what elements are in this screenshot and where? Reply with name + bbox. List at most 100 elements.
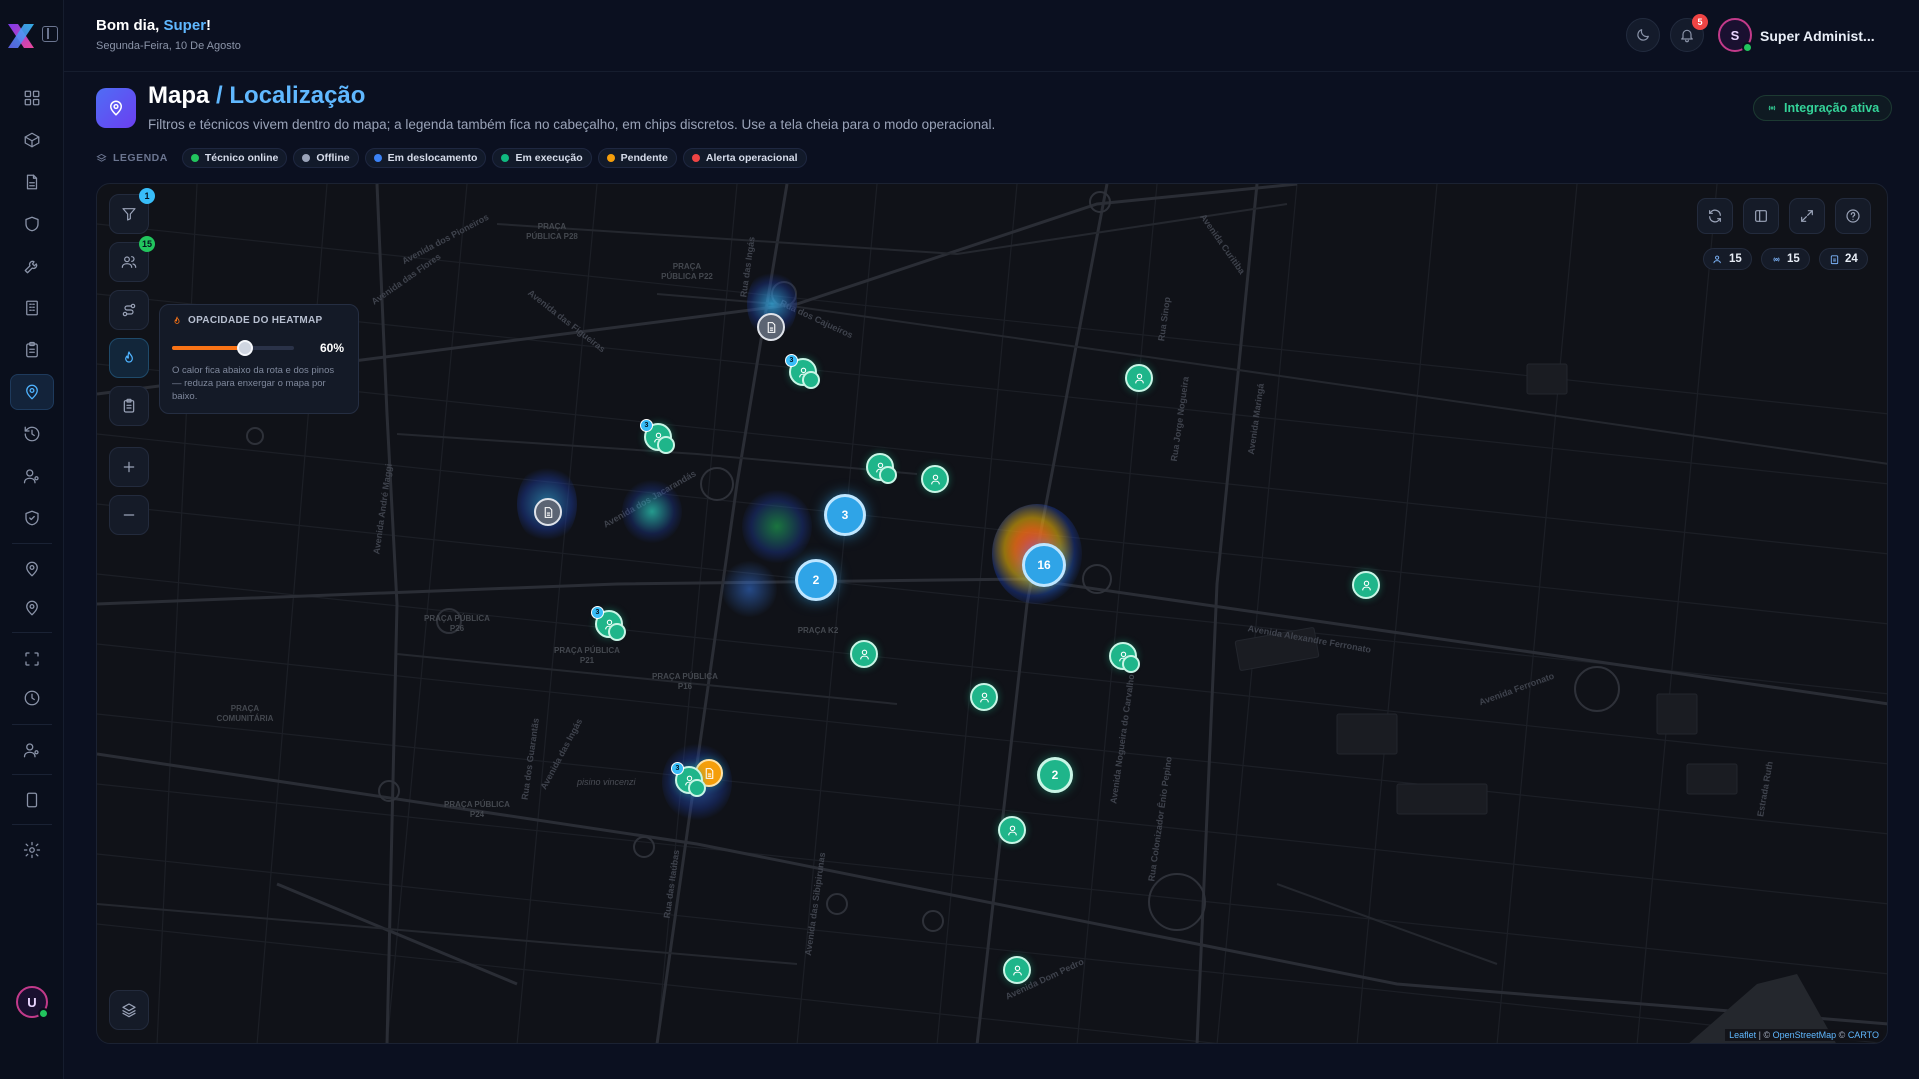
carto-link[interactable]: CARTO [1848, 1030, 1879, 1040]
radio-signal-icon [1773, 256, 1780, 262]
sidebar-item-compliance[interactable] [10, 500, 54, 536]
sidebar-item-schedule[interactable] [10, 680, 54, 716]
sidebar-item-team[interactable] [10, 732, 54, 768]
sidebar-item-security[interactable] [10, 206, 54, 242]
legend-title: LEGENDA [96, 152, 168, 164]
openstreetmap-link[interactable]: OpenStreetMap [1773, 1030, 1837, 1040]
sidebar-item-map[interactable] [10, 374, 54, 410]
file-text-icon [544, 506, 552, 518]
map-canvas[interactable]: Avenida dos Pioneiros Avenida das Flores… [96, 183, 1888, 1044]
orders-button[interactable] [109, 386, 149, 426]
technician-pin[interactable] [1003, 956, 1031, 984]
legend-chip-offline[interactable]: Offline [293, 148, 359, 168]
technician-group-pin[interactable]: 3 [785, 354, 820, 389]
marker-cluster[interactable]: 2 [1037, 757, 1073, 793]
sidebar-item-dashboard[interactable] [10, 80, 54, 116]
marker-cluster[interactable]: 16 [1022, 543, 1066, 587]
sidebar-collapse-icon[interactable] [42, 26, 58, 42]
sidebar-item-locations[interactable] [10, 551, 54, 587]
theme-toggle-button[interactable] [1626, 18, 1660, 52]
technician-group-pin[interactable] [1109, 642, 1140, 673]
plaza-label: PRAÇA COMUNITÁRIA [216, 704, 274, 723]
filter-button[interactable]: 1 [109, 188, 155, 234]
legend-chip-executing[interactable]: Em execução [492, 148, 592, 168]
file-text-icon [26, 174, 38, 190]
online-count-chip: 15 [1761, 248, 1810, 270]
user-icon [979, 692, 989, 702]
technician-pin[interactable] [921, 465, 949, 493]
user-icon [1012, 965, 1022, 975]
marker-cluster[interactable]: 2 [795, 559, 837, 601]
heatmap-opacity-slider[interactable]: 60% [172, 340, 346, 356]
moon-icon [1637, 29, 1649, 41]
marker-cluster[interactable]: 3 [824, 494, 866, 536]
sidebar-item-tools[interactable] [10, 248, 54, 284]
map-layers-button[interactable] [109, 990, 149, 1030]
user-icon [1118, 651, 1128, 661]
flame-icon [174, 315, 180, 324]
sidebar-item-history[interactable] [10, 416, 54, 452]
route-icon [122, 303, 136, 317]
sidebar-item-devices[interactable] [10, 782, 54, 818]
app-logo[interactable] [6, 22, 36, 50]
technician-pin[interactable] [998, 816, 1026, 844]
legend-chip-alert[interactable]: Alerta operacional [682, 148, 807, 168]
slider-thumb[interactable] [237, 340, 254, 356]
technician-pin[interactable] [1125, 364, 1153, 392]
help-icon [1846, 209, 1860, 223]
sidebar-item-documents[interactable] [10, 164, 54, 200]
user-avatar[interactable]: S [1718, 18, 1753, 53]
fullscreen-button[interactable] [1789, 198, 1825, 234]
refresh-button[interactable] [1697, 198, 1733, 234]
bell-icon [1681, 29, 1693, 43]
technician-group-pin[interactable]: 3 [640, 419, 675, 454]
shield-icon [25, 216, 39, 232]
notifications-button[interactable]: 5 [1670, 14, 1708, 52]
status-dot [190, 154, 199, 162]
sidebar-item-scan[interactable] [10, 641, 54, 677]
filter-count-badge: 1 [139, 188, 155, 204]
help-button[interactable] [1835, 198, 1871, 234]
heatmap-opacity-panel: OPACIDADE DO HEATMAP 60% O calor fica ab… [159, 304, 359, 414]
map-pin-icon [26, 600, 38, 616]
sidebar-user-avatar[interactable]: U [16, 986, 49, 1019]
legend-chip-online[interactable]: Técnico online [181, 148, 288, 168]
zoom-in-button[interactable] [109, 447, 149, 487]
technician-group-pin[interactable] [866, 453, 897, 484]
group-count-badge: 3 [785, 354, 798, 367]
user-menu[interactable]: Super Administ... [1760, 28, 1875, 44]
page-description: Filtros e técnicos vivem dentro do mapa;… [148, 117, 996, 132]
order-pin[interactable] [534, 498, 562, 526]
technician-group-pin[interactable]: 3 [671, 762, 706, 797]
technician-pin[interactable] [970, 683, 998, 711]
technician-pin[interactable] [850, 640, 878, 668]
zoom-out-button[interactable] [109, 495, 149, 535]
map-pin-icon [109, 100, 123, 116]
sidebar-item-inventory[interactable] [10, 122, 54, 158]
history-icon [24, 426, 40, 442]
legend-chip-moving[interactable]: Em deslocamento [364, 148, 487, 168]
sidebar-item-checklists[interactable] [10, 332, 54, 368]
routes-button[interactable] [109, 290, 149, 330]
shield-check-icon [25, 510, 39, 526]
legend-chip-pending[interactable]: Pendente [597, 148, 677, 168]
online-status-dot [38, 1008, 49, 1019]
sidebar-item-points[interactable] [10, 590, 54, 626]
technician-pin[interactable] [1352, 571, 1380, 599]
side-panel-toggle-button[interactable] [1743, 198, 1779, 234]
users-icon [1713, 255, 1721, 263]
user-icon [1361, 580, 1371, 590]
group-count-badge: 3 [671, 762, 684, 775]
heatmap-button[interactable] [109, 338, 149, 378]
sidebar-item-buildings[interactable] [10, 290, 54, 326]
leaflet-link[interactable]: Leaflet [1729, 1030, 1756, 1040]
plaza-label: PRAÇA PÚBLICA P24 [444, 800, 510, 819]
plaza-label: PRAÇA PÚBLICA P21 [554, 646, 620, 665]
integration-status-badge[interactable]: Integração ativa [1753, 95, 1893, 121]
user-icon [653, 432, 663, 442]
technician-group-pin[interactable]: 3 [591, 606, 626, 641]
order-pin[interactable] [757, 313, 785, 341]
technicians-button[interactable]: 15 [109, 236, 155, 282]
sidebar-item-settings[interactable] [10, 832, 54, 868]
sidebar-item-users[interactable] [10, 458, 54, 494]
